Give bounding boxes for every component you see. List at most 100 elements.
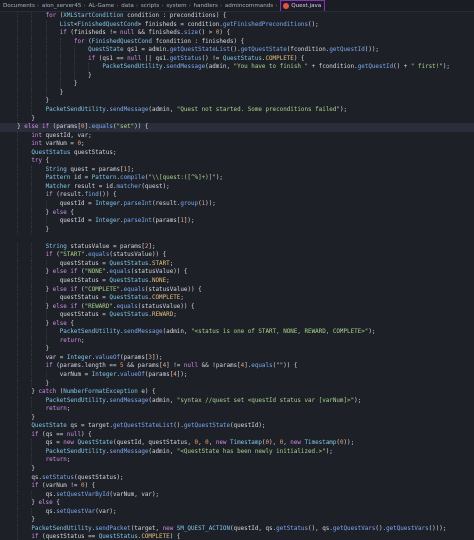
breadcrumb-item[interactable]: handlers [194, 0, 218, 11]
breadcrumb-item[interactable]: scripts [141, 0, 160, 11]
code-line[interactable]: qs.setQuestVarById(varNum, var); [0, 490, 474, 500]
code-line[interactable]: } else if ("REWARD".equals(statusValue))… [0, 302, 474, 312]
code-line[interactable]: qs = new QuestState(questId, questStatus… [0, 439, 474, 448]
code-text: if (questStatus == QuestStatus.COMPLETE)… [31, 534, 181, 540]
code-line[interactable]: if (qs1 == null || qs1.getStatus() != Qu… [0, 54, 474, 64]
code-line[interactable]: } else { [0, 499, 474, 508]
code-line[interactable]: if (questStatus == QuestStatus.COMPLETE)… [0, 533, 474, 540]
code-line[interactable]: } else { [0, 319, 474, 329]
code-line[interactable]: if (qs == null) { [0, 430, 474, 440]
code-line[interactable]: if (params.length == 5 && params[4] != n… [0, 362, 474, 371]
code-line[interactable]: QuestState qs = target.getQuestStateList… [0, 422, 474, 431]
code-line[interactable]: if (result.find()) { [0, 191, 474, 201]
indent-guide [17, 54, 19, 64]
code-line[interactable]: PacketSendUtility.sendMessage(admin, "<Q… [0, 447, 474, 457]
code-line[interactable]: if (finisheds != null && finisheds.size(… [0, 29, 474, 38]
code-line[interactable]: } [0, 225, 474, 235]
code-line[interactable]: PacketSendUtility.sendMessage(admin, "Yo… [0, 63, 474, 72]
code-text: String quest = params[1]; [45, 166, 135, 173]
code-line[interactable]: } [0, 413, 474, 423]
breadcrumb-item[interactable]: system [166, 0, 186, 11]
code-line[interactable]: var = Integer.valueOf(params[3]); [0, 353, 474, 363]
indent-guide [88, 63, 90, 72]
code-editor[interactable]: for (XMLStartCondition condition : preco… [0, 12, 474, 540]
indent-guide [17, 422, 19, 431]
breadcrumb-item[interactable]: AL-Game [88, 0, 114, 11]
code-line[interactable]: } [0, 516, 474, 525]
code-line[interactable]: } else { [0, 208, 474, 218]
code-text: } [3, 81, 78, 88]
code-text: if (params.length == 5 && params[4] != n… [45, 363, 298, 370]
indent-guide [17, 12, 19, 21]
indent-guide [17, 148, 19, 158]
indent-guide [45, 20, 47, 30]
chevron-right-icon: › [36, 3, 40, 9]
code-line[interactable]: } [0, 88, 474, 98]
indent-guide [17, 388, 19, 397]
indent-guide [59, 71, 61, 81]
code-line[interactable]: PacketSendUtility.sendPacket(target, new… [0, 524, 474, 534]
indent-guide [17, 97, 19, 107]
code-line[interactable]: } catch (NumberFormatException e) { [0, 388, 474, 397]
code-line[interactable]: if ("START".equals(statusValue)) { [0, 251, 474, 260]
code-text: if (finisheds != null && finisheds.size(… [59, 30, 230, 37]
indent-guide [17, 174, 19, 183]
code-line[interactable]: } [0, 345, 474, 354]
indent-guide [17, 140, 19, 149]
code-line[interactable]: List<FinishedQuestCond> finisheds = cond… [0, 20, 474, 30]
code-line[interactable]: Matcher result = id.matcher(quest); [0, 182, 474, 192]
indent-guide [31, 302, 33, 312]
code-line[interactable]: Pattern id = Pattern.compile("\\[quest:(… [0, 174, 474, 183]
indent-guide [45, 259, 47, 269]
code-line[interactable]: } else if ("NONE".equals(statusValue)) { [0, 268, 474, 277]
breadcrumb-active-file[interactable]: Quest.java [280, 0, 326, 11]
code-line[interactable]: } [0, 80, 474, 89]
breadcrumb-item[interactable]: Documents [3, 0, 35, 11]
indent-guide [45, 311, 47, 320]
indent-guide [17, 430, 19, 440]
code-line[interactable]: questId = Integer.parseInt(params[1]); [0, 217, 474, 226]
code-line[interactable]: PacketSendUtility.sendMessage(admin, "<s… [0, 328, 474, 337]
code-line[interactable]: } [0, 114, 474, 124]
code-line[interactable]: qs.setStatus(questStatus); [0, 473, 474, 483]
code-line[interactable]: } [0, 97, 474, 107]
code-line[interactable]: varNum = Integer.valueOf(params[4]); [0, 370, 474, 380]
code-line[interactable]: int varNum = 0; [0, 140, 474, 149]
indent-guide [31, 362, 33, 371]
code-line[interactable]: String quest = params[1]; [0, 165, 474, 175]
indent-guide [31, 80, 33, 89]
code-line[interactable]: questStatus = QuestStatus.NONE; [0, 276, 474, 286]
code-line[interactable]: QuestStatus questStatus; [0, 148, 474, 158]
code-line[interactable]: try { [0, 157, 474, 166]
code-line[interactable]: QuestState qs1 = admin.getQuestStateList… [0, 46, 474, 55]
breadcrumb-item[interactable]: data [121, 0, 134, 11]
code-line[interactable]: questStatus = QuestStatus.COMPLETE; [0, 294, 474, 303]
code-line[interactable]: } [0, 71, 474, 81]
code-line[interactable]: return; [0, 456, 474, 465]
breadcrumb-item[interactable]: aion_server45 [42, 0, 82, 11]
code-line[interactable]: } [0, 379, 474, 389]
code-line[interactable]: qs.setQuestVar(var); [0, 507, 474, 517]
code-line[interactable]: if (varNum != 0) { [0, 482, 474, 491]
breadcrumb-item[interactable]: admincommands [225, 0, 273, 11]
indent-guide [17, 80, 19, 89]
code-line[interactable]: } else if ("COMPLETE".equals(statusValue… [0, 285, 474, 295]
indent-guide [17, 362, 19, 371]
code-line[interactable]: questId = Integer.parseInt(result.group(… [0, 200, 474, 209]
code-line[interactable]: int questId, var; [0, 131, 474, 141]
code-line[interactable] [0, 234, 474, 243]
code-line[interactable]: questStatus = QuestStatus.START; [0, 259, 474, 269]
code-line[interactable]: } [0, 464, 474, 474]
code-line[interactable]: return; [0, 336, 474, 346]
code-line[interactable]: PacketSendUtility.sendMessage(admin, "Qu… [0, 106, 474, 115]
code-line[interactable]: for (FinishedQuestCond fcondition : fini… [0, 37, 474, 47]
code-line[interactable]: String statusValue = params[2]; [0, 242, 474, 252]
indent-guide [17, 29, 19, 38]
indent-guide [17, 507, 19, 517]
code-text: qs = new QuestState(questId, questStatus… [45, 440, 355, 447]
code-line[interactable]: PacketSendUtility.sendMessage(admin, "sy… [0, 396, 474, 406]
code-line[interactable]: return; [0, 405, 474, 414]
code-line[interactable]: for (XMLStartCondition condition : preco… [0, 12, 474, 21]
code-line[interactable]: } else if (params[0].equals("set")) { [0, 123, 474, 132]
code-line[interactable]: questStatus = QuestStatus.REWARD; [0, 311, 474, 320]
